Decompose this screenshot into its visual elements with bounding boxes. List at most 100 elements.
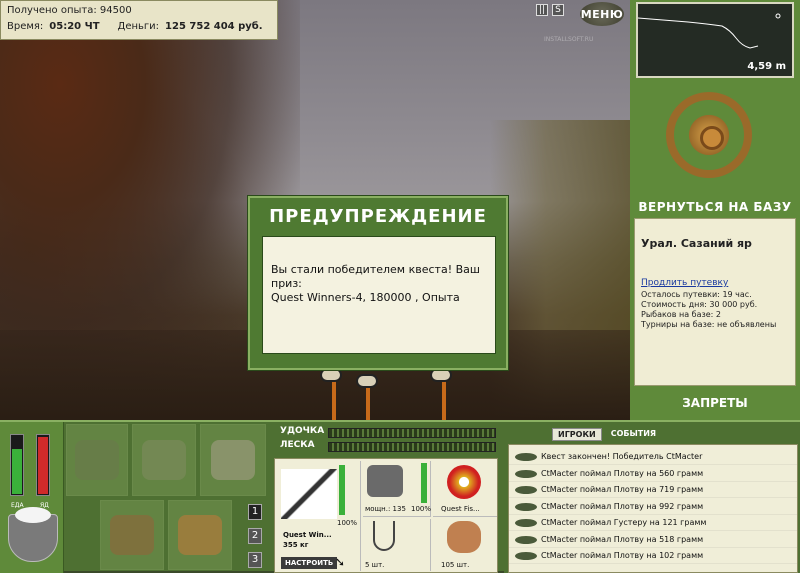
feed-row-text: CtMacter поймал Густеру на 121 грамм xyxy=(541,518,707,527)
reel-percent: 100% xyxy=(411,505,432,513)
feed-row-text: CtMacter поймал Плотву на 992 грамм xyxy=(541,501,704,511)
rod-weight: 355 кг xyxy=(283,541,309,549)
page-button-1[interactable]: 1 xyxy=(248,504,262,520)
line-name: Quest Fis... xyxy=(441,505,480,513)
reel-icon[interactable] xyxy=(430,368,452,382)
fishers-count: Рыбаков на базе: 2 xyxy=(641,310,721,319)
fish-icon xyxy=(515,552,537,560)
tab-players[interactable]: ИГРОКИ xyxy=(552,428,602,441)
rod-name: Quest Win... xyxy=(283,531,332,539)
return-to-base-button[interactable]: ВЕРНУТЬСЯ НА БАЗУ xyxy=(630,200,800,214)
setup-button[interactable]: НАСТРОИТЬ xyxy=(281,557,338,569)
time-value: 05:20 ЧТ xyxy=(49,21,100,32)
rod-slot[interactable]: 100% Quest Win... 355 кг НАСТРОИТЬ ➘ xyxy=(277,461,361,571)
fish-icon xyxy=(515,535,537,544)
extend-permit-link[interactable]: Продлить путевку xyxy=(641,278,789,288)
tab-events[interactable]: СОБЫТИЯ xyxy=(606,428,661,441)
player-stats: Получено опыта: 94500 Время: 05:20 ЧТ Де… xyxy=(0,0,278,40)
fish-icon xyxy=(515,519,537,527)
depth-map[interactable]: 4,59 m xyxy=(636,2,794,78)
feed-row-text: CtMacter поймал Плотву на 102 грамм xyxy=(541,551,704,560)
experience-text: Получено опыта: 94500 xyxy=(7,5,132,16)
ship-wheel-icon[interactable] xyxy=(666,92,752,178)
warning-dialog[interactable]: ПРЕДУПРЕЖДЕНИЕ Вы стали победителем квес… xyxy=(248,196,508,370)
day-cost: Стоимость дня: 30 000 руб. xyxy=(641,300,758,309)
fishing-line-icon xyxy=(447,465,481,499)
location-info: Урал. Сазаний яр Продлить путевку Остало… xyxy=(634,218,796,386)
backpack-slot[interactable] xyxy=(66,424,128,496)
feed-row-text: Квест закончен! Победитель CtMacter xyxy=(541,452,703,461)
rod-icon xyxy=(281,469,337,519)
pot-icon[interactable] xyxy=(8,507,58,562)
bucket-slot[interactable] xyxy=(168,500,232,570)
depth-value: 4,59 m xyxy=(747,61,786,72)
bait-icon xyxy=(447,521,481,553)
rod-condition-bar xyxy=(339,465,345,515)
reel-icon[interactable] xyxy=(320,368,342,382)
sound-icon[interactable]: S xyxy=(552,4,564,16)
bait-slot[interactable]: 105 шт. xyxy=(433,519,497,571)
hook-slot[interactable]: 5 шт. xyxy=(363,519,431,571)
map-icon xyxy=(211,440,255,480)
page-button-3[interactable]: 3 xyxy=(248,552,262,568)
line-tension-bar xyxy=(328,442,496,452)
page-button-2[interactable]: 2 xyxy=(248,528,262,544)
feed-row: CtMacter поймал Густеру на 121 грамм xyxy=(509,515,797,531)
rod-tension-label: УДОЧКА xyxy=(280,426,325,436)
menu-button[interactable]: МЕНЮ xyxy=(580,2,624,26)
fish-icon xyxy=(515,453,537,461)
line-slot[interactable]: Quest Fis... xyxy=(433,461,497,517)
reel-condition-bar xyxy=(421,463,427,503)
hook-count: 5 шт. xyxy=(365,561,385,569)
dialog-line-2: Quest Winners-4, 180000 , Опыта xyxy=(271,291,460,304)
rod-tension-bar xyxy=(328,428,496,438)
dialog-title: ПРЕДУПРЕЖДЕНИЕ xyxy=(269,206,487,227)
line-tension-label: ЛЕСКА xyxy=(280,440,315,450)
reel-icon[interactable] xyxy=(356,374,378,388)
status-meters: ЕДА ЯД xyxy=(0,422,64,573)
arrow-icon[interactable]: ➘ xyxy=(335,555,345,569)
right-panel: 4,59 m ВЕРНУТЬСЯ НА БАЗУ Урал. Сазаний я… xyxy=(630,0,800,420)
fish-icon xyxy=(515,469,537,478)
tackle-panel: 100% Quest Win... 355 кг НАСТРОИТЬ ➘ мощ… xyxy=(274,458,498,573)
reel-slot[interactable]: мощн.: 135 100% xyxy=(363,461,431,517)
permit-remaining: Осталось путевки: 19 час. xyxy=(641,290,752,299)
tournaments-status: Турниры на базе: не объявлены xyxy=(641,320,777,329)
fish-icon xyxy=(515,486,537,494)
bans-button[interactable]: ЗАПРЕТЫ xyxy=(630,396,800,410)
dialog-body: Вы стали победителем квеста! Ваш приз: Q… xyxy=(262,236,496,354)
tension-panel: УДОЧКА ЛЕСКА xyxy=(274,422,500,462)
bag-slot[interactable] xyxy=(132,424,196,496)
watermark: INSTALLSOFT.RU xyxy=(544,36,594,43)
bait-count: 105 шт. xyxy=(441,561,470,569)
feed-row: CtMacter поймал Плотву на 518 грамм xyxy=(509,532,797,548)
feed-row: CtMacter поймал Плотву на 719 грамм xyxy=(509,482,797,498)
bag-icon xyxy=(142,440,186,480)
feed-list: Квест закончен! Победитель CtMacter CtMac… xyxy=(508,444,798,573)
event-feed: ИГРОКИ СОБЫТИЯ Квест закончен! Победител… xyxy=(504,422,800,573)
dialog-line-1: Вы стали победителем квеста! Ваш приз: xyxy=(271,263,480,290)
time-label: Время: xyxy=(7,21,44,32)
map-slot[interactable] xyxy=(200,424,266,496)
food-bar xyxy=(10,434,24,496)
feed-row: Квест закончен! Победитель CtMacter xyxy=(509,449,797,465)
reel-item-icon xyxy=(367,465,403,497)
feed-tabs: ИГРОКИ СОБЫТИЯ xyxy=(552,428,661,441)
money-label: Деньги: xyxy=(117,21,160,32)
backpack-icon xyxy=(75,440,119,480)
feed-row: CtMacter поймал Плотву на 102 грамм xyxy=(509,548,797,564)
feed-row: CtMacter поймал Плотву на 992 грамм xyxy=(509,499,797,515)
reel-power: мощн.: 135 xyxy=(365,505,406,513)
fish-icon xyxy=(515,502,537,511)
feed-row: CtMacter поймал Плотву на 560 грамм xyxy=(509,466,797,482)
top-icons: || S xyxy=(536,4,564,16)
hook-icon xyxy=(373,521,395,551)
basket-icon xyxy=(110,515,154,555)
feed-row-text: CtMacter поймал Плотву на 518 грамм xyxy=(541,534,704,544)
pause-icon[interactable]: || xyxy=(536,4,548,16)
bottom-panel: ЕДА ЯД 1 2 3 УДОЧКА ЛЕСКА 100% Quest Win… xyxy=(0,420,800,573)
rod-percent: 100% xyxy=(337,519,358,527)
money-value: 125 752 404 руб. xyxy=(165,21,263,32)
basket-slot[interactable] xyxy=(100,500,164,570)
bucket-icon xyxy=(178,515,222,555)
